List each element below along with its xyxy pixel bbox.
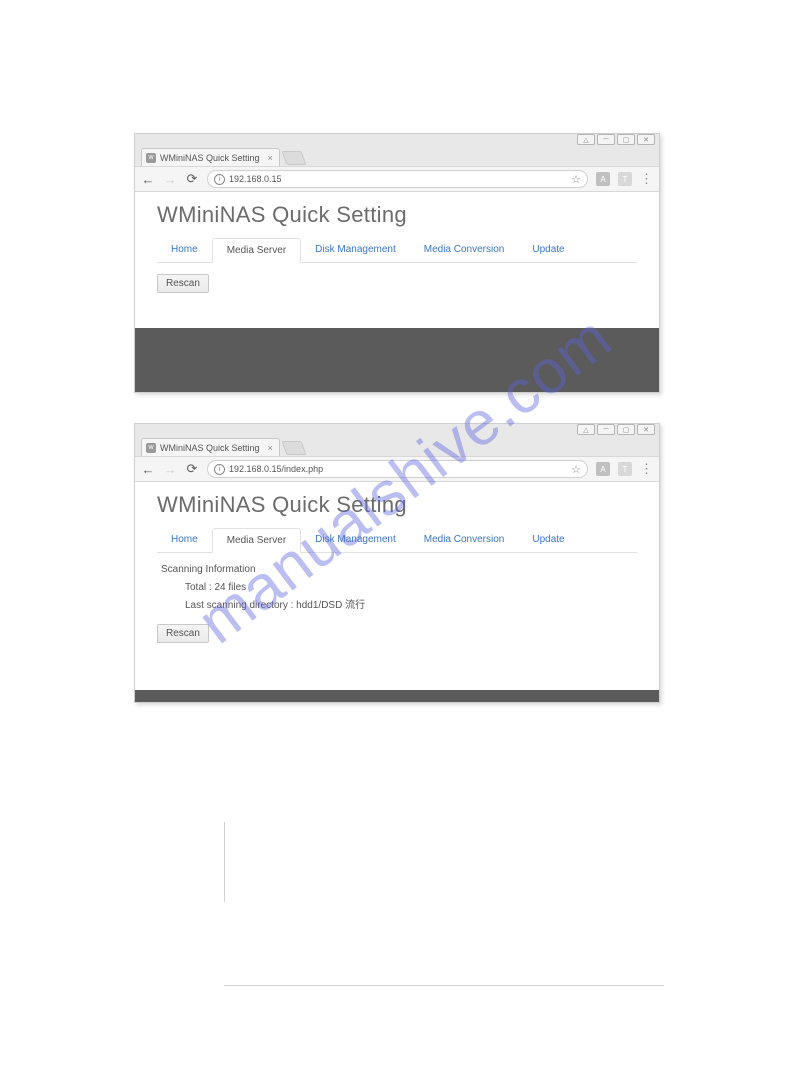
tab-disk-management[interactable]: Disk Management (301, 528, 410, 552)
tab-media-server[interactable]: Media Server (212, 238, 301, 263)
nav-tabs: Home Media Server Disk Management Media … (157, 238, 637, 263)
bookmark-star-icon[interactable]: ☆ (571, 463, 581, 476)
tab-home[interactable]: Home (157, 528, 212, 552)
favicon-icon: w (146, 153, 156, 163)
user-icon[interactable]: △ (577, 424, 595, 435)
maximize-button[interactable]: ▢ (617, 134, 635, 145)
window-controls-bar: △ ─ ▢ ✕ (135, 424, 659, 436)
minimize-button[interactable]: ─ (597, 134, 615, 145)
horizontal-rule (224, 985, 664, 986)
browser-menu-icon[interactable]: ⋮ (640, 461, 653, 477)
rescan-button[interactable]: Rescan (157, 274, 209, 293)
vertical-rule (224, 822, 225, 902)
rescan-button[interactable]: Rescan (157, 624, 209, 643)
window-controls-bar: △ ─ ▢ ✕ (135, 134, 659, 146)
site-info-icon[interactable]: i (214, 464, 225, 475)
tab-title: WMiniNAS Quick Setting (160, 443, 260, 453)
extension-a-icon[interactable]: A (596, 172, 610, 186)
footer-area (135, 690, 659, 702)
scanning-heading: Scanning Information (161, 561, 633, 579)
forward-button[interactable]: → (163, 172, 177, 187)
tab-disk-management[interactable]: Disk Management (301, 238, 410, 262)
tab-title: WMiniNAS Quick Setting (160, 153, 260, 163)
reload-button[interactable]: ⟳ (185, 171, 199, 187)
page-content: WMiniNAS Quick Setting Home Media Server… (135, 482, 659, 702)
favicon-icon: w (146, 443, 156, 453)
minimize-button[interactable]: ─ (597, 424, 615, 435)
tab-strip: w WMiniNAS Quick Setting × (135, 436, 659, 456)
address-bar: ← → ⟳ i 192.168.0.15/index.php ☆ A T ⋮ (135, 456, 659, 482)
back-button[interactable]: ← (141, 172, 155, 187)
bookmark-star-icon[interactable]: ☆ (571, 173, 581, 186)
browser-window-2: △ ─ ▢ ✕ w WMiniNAS Quick Setting × ← → ⟳… (134, 423, 660, 703)
extension-t-icon[interactable]: T (618, 462, 632, 476)
reload-button[interactable]: ⟳ (185, 461, 199, 477)
back-button[interactable]: ← (141, 462, 155, 477)
address-bar: ← → ⟳ i 192.168.0.15 ☆ A T ⋮ (135, 166, 659, 192)
tab-media-conversion[interactable]: Media Conversion (410, 528, 519, 552)
page-title: WMiniNAS Quick Setting (157, 202, 637, 228)
tab-media-conversion[interactable]: Media Conversion (410, 238, 519, 262)
tab-update[interactable]: Update (518, 238, 578, 262)
browser-menu-icon[interactable]: ⋮ (640, 171, 653, 187)
tab-update[interactable]: Update (518, 528, 578, 552)
close-window-button[interactable]: ✕ (637, 424, 655, 435)
url-field[interactable]: i 192.168.0.15 ☆ (207, 170, 588, 188)
browser-tab[interactable]: w WMiniNAS Quick Setting × (141, 148, 280, 166)
tab-media-server[interactable]: Media Server (212, 528, 301, 553)
tab-strip: w WMiniNAS Quick Setting × (135, 146, 659, 166)
forward-button[interactable]: → (163, 462, 177, 477)
maximize-button[interactable]: ▢ (617, 424, 635, 435)
user-icon[interactable]: △ (577, 134, 595, 145)
scan-last-dir-text: Last scanning directory : hdd1/DSD 流行 (161, 597, 633, 615)
tab-close-icon[interactable]: × (268, 443, 273, 453)
browser-window-1: △ ─ ▢ ✕ w WMiniNAS Quick Setting × ← → ⟳… (134, 133, 660, 393)
new-tab-button[interactable] (281, 441, 306, 455)
url-text: 192.168.0.15 (229, 174, 282, 184)
close-window-button[interactable]: ✕ (637, 134, 655, 145)
url-field[interactable]: i 192.168.0.15/index.php ☆ (207, 460, 588, 478)
url-text: 192.168.0.15/index.php (229, 464, 323, 474)
tab-home[interactable]: Home (157, 238, 212, 262)
page-title: WMiniNAS Quick Setting (157, 492, 637, 518)
extension-a-icon[interactable]: A (596, 462, 610, 476)
extension-t-icon[interactable]: T (618, 172, 632, 186)
footer-area (135, 328, 659, 392)
nav-tabs: Home Media Server Disk Management Media … (157, 528, 637, 553)
new-tab-button[interactable] (281, 151, 306, 165)
tab-close-icon[interactable]: × (268, 153, 273, 163)
browser-tab[interactable]: w WMiniNAS Quick Setting × (141, 438, 280, 456)
page-content: WMiniNAS Quick Setting Home Media Server… (135, 192, 659, 392)
site-info-icon[interactable]: i (214, 174, 225, 185)
scan-total-text: Total : 24 files (161, 579, 633, 597)
